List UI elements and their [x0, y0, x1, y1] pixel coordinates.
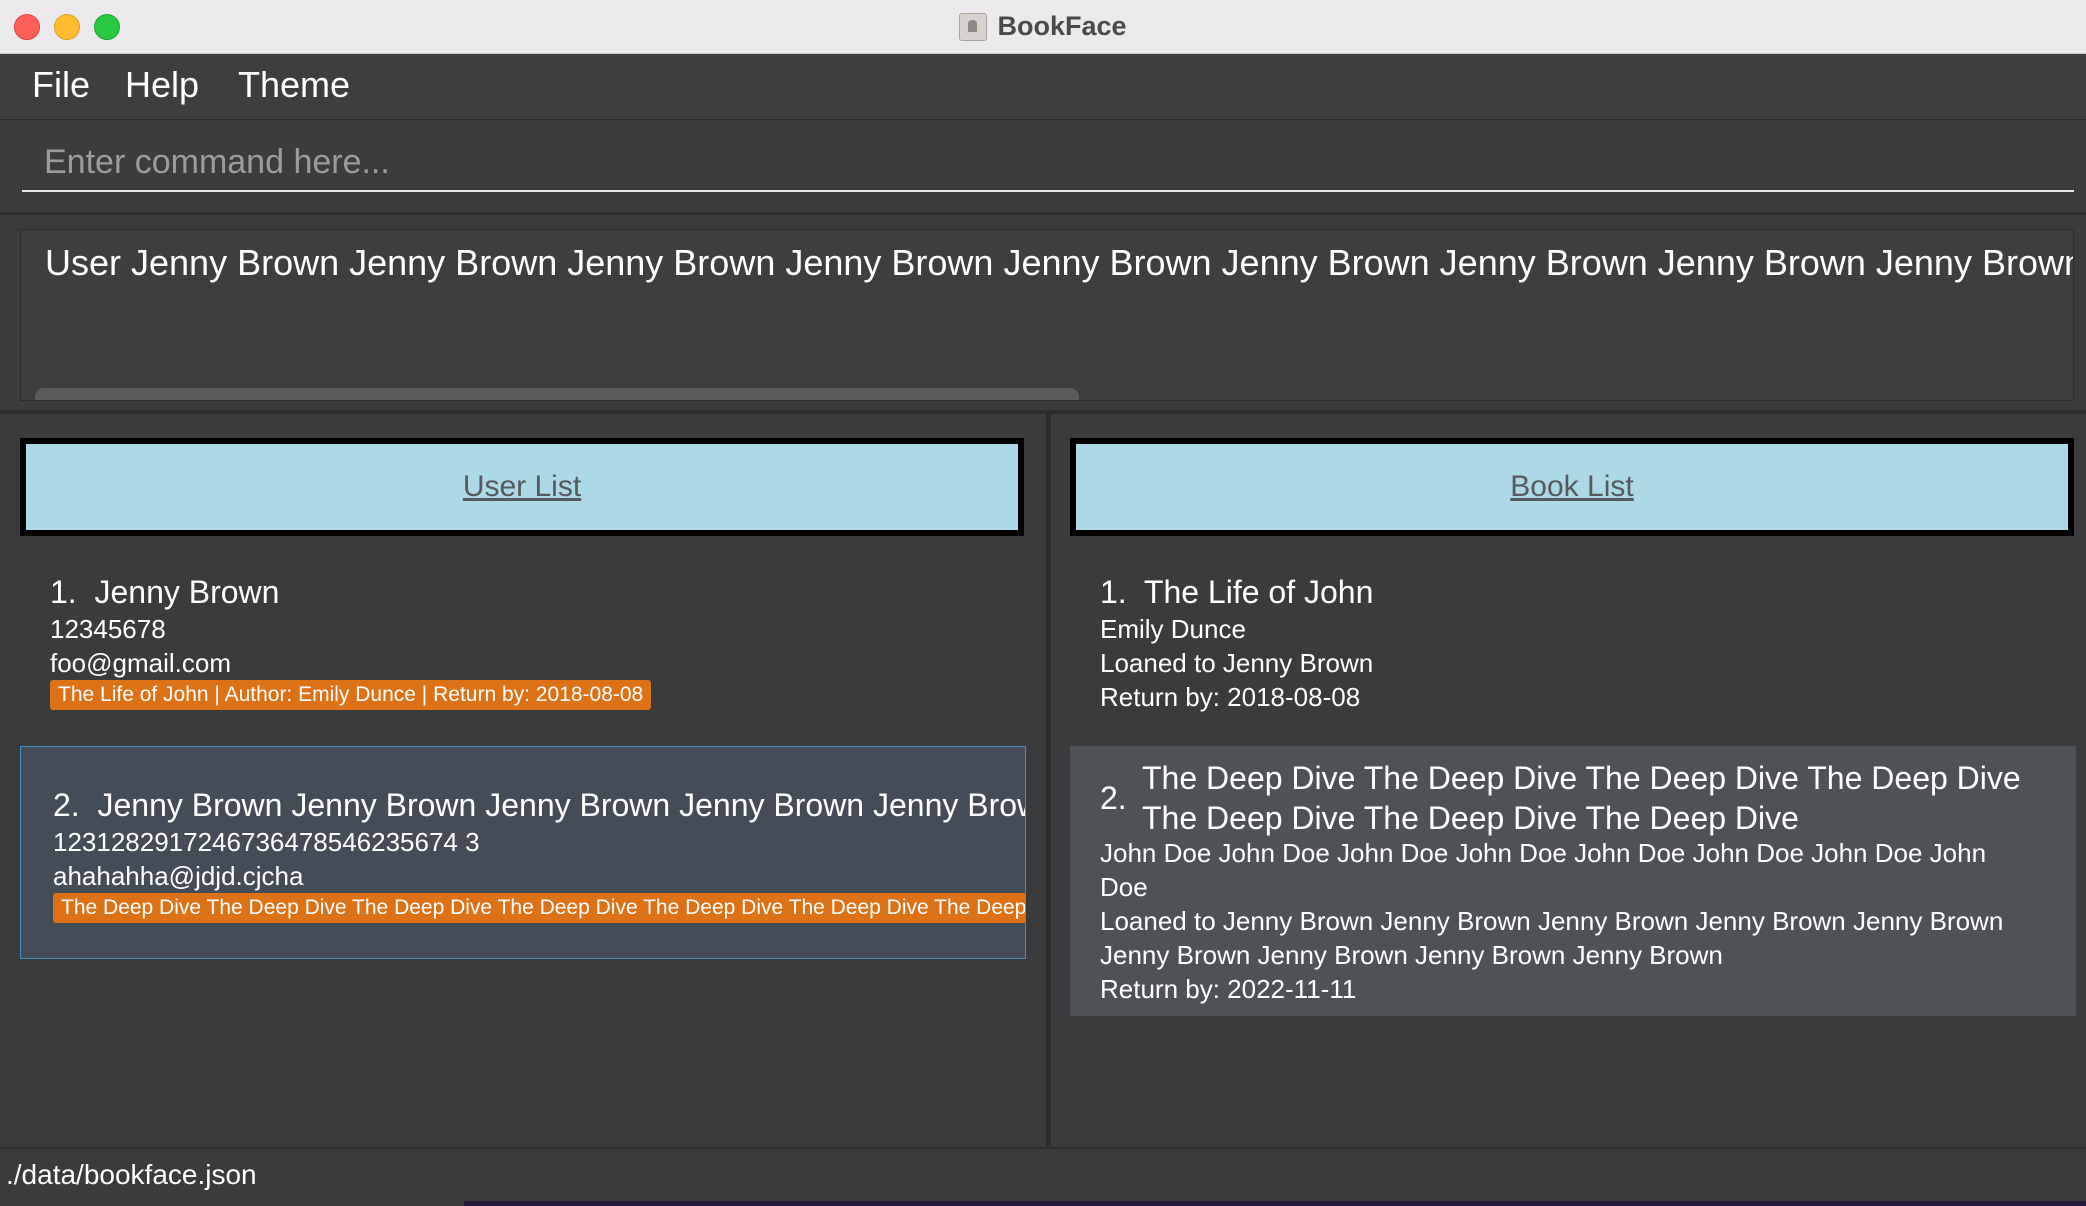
user-list-header-label: User List: [462, 470, 582, 503]
book-return-by: Return by: 2018-08-08: [1100, 682, 1361, 712]
book-card-2[interactable]: 2. The Deep Dive The Deep Dive The Deep …: [1070, 746, 2076, 1016]
book-list-header-label: Book List: [1510, 470, 1634, 503]
window-title: BookFace: [997, 11, 1127, 41]
book-loaned-to: Loaned to Jenny Brown Jenny Brown Jenny …: [1100, 906, 2004, 970]
user-name: 2. Jenny Brown Jenny Brown Jenny Brown J…: [53, 787, 1025, 823]
menu-help[interactable]: Help: [125, 64, 199, 106]
user-loan-tag: The Life of John | Author: Emily Dunce |…: [50, 680, 652, 710]
book-title: The Deep Dive The Deep Dive The Deep Div…: [1142, 760, 2021, 836]
book-return-by: Return by: 2022-11-11: [1100, 974, 1357, 1004]
title-bar: BookFace: [0, 0, 2086, 54]
book-title: 1. The Life of John: [1100, 574, 1374, 610]
book-index: 2.: [1100, 780, 1127, 816]
menu-bar: File Help Theme: [0, 54, 2086, 120]
book-author: John Doe John Doe John Doe John Doe John…: [1100, 838, 1987, 902]
menu-file[interactable]: File: [32, 64, 90, 106]
command-input[interactable]: Enter command here...: [22, 136, 2074, 192]
book-card-1[interactable]: 1. The Life of John Emily Dunce Loaned t…: [1070, 540, 2076, 740]
user-phone: 12345678: [50, 614, 166, 644]
app-contact-icon: [959, 12, 988, 41]
result-display: User Jenny Brown Jenny Brown Jenny Brown…: [20, 229, 2074, 401]
user-phone: 1231282917246736478546235674 3: [53, 827, 480, 857]
result-message: User Jenny Brown Jenny Brown Jenny Brown…: [45, 242, 2074, 283]
user-list-header[interactable]: User List: [20, 438, 1024, 536]
user-card-2[interactable]: 2. Jenny Brown Jenny Brown Jenny Brown J…: [20, 746, 1026, 959]
user-email: ahahahha@jdjd.cjcha: [53, 861, 304, 891]
user-email: foo@gmail.com: [50, 648, 232, 678]
data-file-path: ./data/bookface.json: [6, 1159, 257, 1190]
section-divider: [0, 410, 2086, 414]
command-box: Enter command here...: [0, 120, 2086, 210]
user-loan-tag: The Deep Dive The Deep Dive The Deep Div…: [53, 893, 1025, 923]
panel-splitter[interactable]: [1046, 414, 1051, 1146]
book-author: Emily Dunce: [1100, 614, 1246, 644]
book-list-header[interactable]: Book List: [1070, 438, 2074, 536]
status-bar: ./data/bookface.json: [0, 1147, 2086, 1206]
result-display-area: User Jenny Brown Jenny Brown Jenny Brown…: [0, 212, 2086, 413]
user-card-1[interactable]: 1. Jenny Brown 12345678 foo@gmail.com Th…: [20, 540, 1026, 740]
book-loaned-to: Loaned to Jenny Brown: [1100, 648, 1374, 678]
menu-theme[interactable]: Theme: [238, 64, 350, 106]
result-horizontal-scrollbar[interactable]: [35, 388, 1079, 400]
user-name: 1. Jenny Brown: [50, 574, 280, 610]
